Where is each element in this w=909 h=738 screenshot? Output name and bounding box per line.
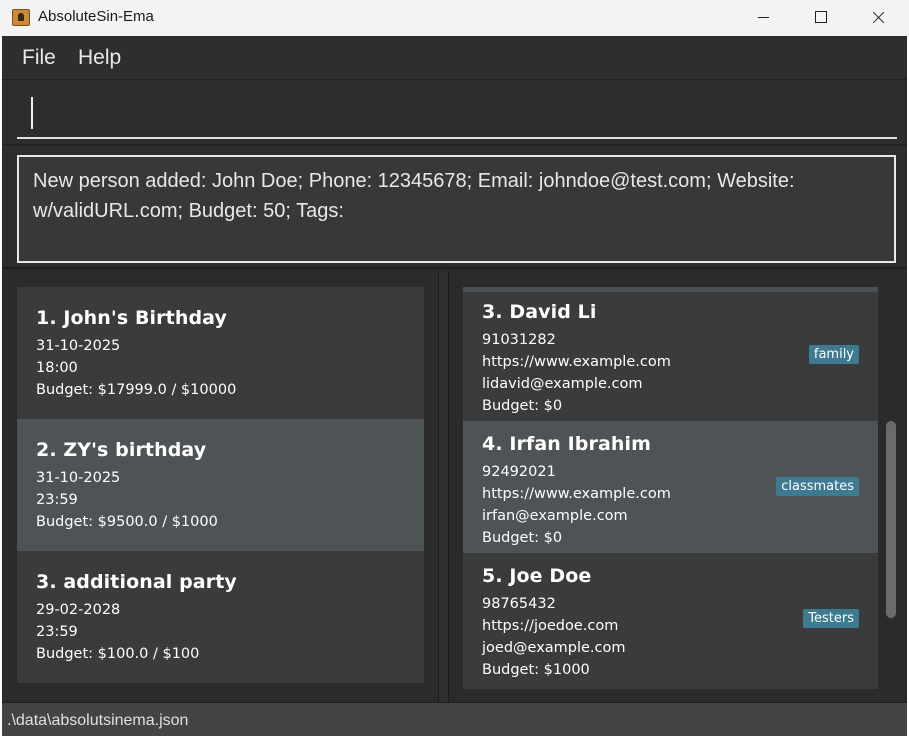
event-card[interactable]: 1. John's Birthday 31-10-2025 18:00 Budg… — [17, 287, 424, 419]
event-card[interactable]: 3. additional party 29-02-2028 23:59 Bud… — [17, 551, 424, 683]
split-divider[interactable] — [439, 271, 448, 702]
event-card[interactable]: 2. ZY's birthday 31-10-2025 23:59 Budget… — [17, 419, 424, 551]
event-list[interactable]: 1. John's Birthday 31-10-2025 18:00 Budg… — [17, 287, 424, 683]
person-name: 4. Irfan Ibrahim — [482, 433, 652, 455]
person-card[interactable]: 4. Irfan Ibrahim 92492021 https://www.ex… — [463, 421, 878, 553]
person-budget: Budget: $1000 — [482, 662, 590, 678]
title-bar: AbsoluteSin-Ema — [0, 0, 909, 36]
person-phone: 91031282 — [482, 332, 556, 348]
event-time: 23:59 — [36, 492, 78, 508]
person-email: irfan@example.com — [482, 508, 628, 524]
person-pane: 3. David Li 91031282 https://www.example… — [448, 271, 907, 702]
event-budget: Budget: $17999.0 / $10000 — [36, 382, 237, 398]
person-website: https://www.example.com — [482, 354, 671, 370]
person-name: 3. David Li — [482, 301, 597, 323]
data-file-path: .\data\absolutsinema.json — [7, 712, 189, 729]
command-area — [2, 81, 907, 145]
person-name: 5. Joe Doe — [482, 565, 592, 587]
scrollbar-thumb[interactable] — [886, 421, 896, 618]
command-input[interactable] — [17, 93, 897, 139]
maximize-icon[interactable] — [792, 0, 850, 36]
event-date: 31-10-2025 — [36, 470, 121, 486]
person-email: lidavid@example.com — [482, 376, 643, 392]
event-title: 1. John's Birthday — [36, 307, 227, 329]
close-icon[interactable] — [850, 0, 908, 36]
event-title: 2. ZY's birthday — [36, 439, 207, 461]
event-time: 23:59 — [36, 624, 78, 640]
window-title: AbsoluteSin-Ema — [38, 8, 154, 25]
person-tag: Testers — [803, 609, 859, 628]
person-budget: Budget: $0 — [482, 530, 563, 546]
menu-help[interactable]: Help — [78, 46, 121, 70]
text-caret — [31, 97, 33, 129]
person-card[interactable]: 3. David Li 91031282 https://www.example… — [463, 289, 878, 421]
event-date: 31-10-2025 — [36, 338, 121, 354]
list-panes: 1. John's Birthday 31-10-2025 18:00 Budg… — [2, 271, 907, 702]
result-display[interactable]: New person added: John Doe; Phone: 12345… — [17, 155, 896, 263]
person-budget: Budget: $0 — [482, 398, 563, 414]
minimize-icon[interactable] — [735, 0, 793, 36]
event-budget: Budget: $9500.0 / $1000 — [36, 514, 218, 530]
person-list[interactable]: 3. David Li 91031282 https://www.example… — [463, 287, 878, 689]
result-area: New person added: John Doe; Phone: 12345… — [2, 147, 907, 269]
app-icon — [12, 9, 30, 26]
person-email: joed@example.com — [482, 640, 626, 656]
event-date: 29-02-2028 — [36, 602, 121, 618]
person-tag: classmates — [776, 477, 859, 496]
event-title: 3. additional party — [36, 571, 237, 593]
person-tag: family — [808, 345, 859, 364]
menu-bar: File Help — [2, 36, 907, 80]
event-pane: 1. John's Birthday 31-10-2025 18:00 Budg… — [2, 271, 439, 702]
person-card[interactable]: 5. Joe Doe 98765432 https://joedoe.com j… — [463, 553, 878, 685]
event-budget: Budget: $100.0 / $100 — [36, 646, 200, 662]
person-scrollbar[interactable] — [883, 287, 899, 689]
app-body: File Help New person added: John Doe; Ph… — [2, 36, 907, 736]
menu-file[interactable]: File — [22, 46, 56, 70]
event-time: 18:00 — [36, 360, 78, 376]
status-bar: .\data\absolutsinema.json — [2, 702, 907, 736]
